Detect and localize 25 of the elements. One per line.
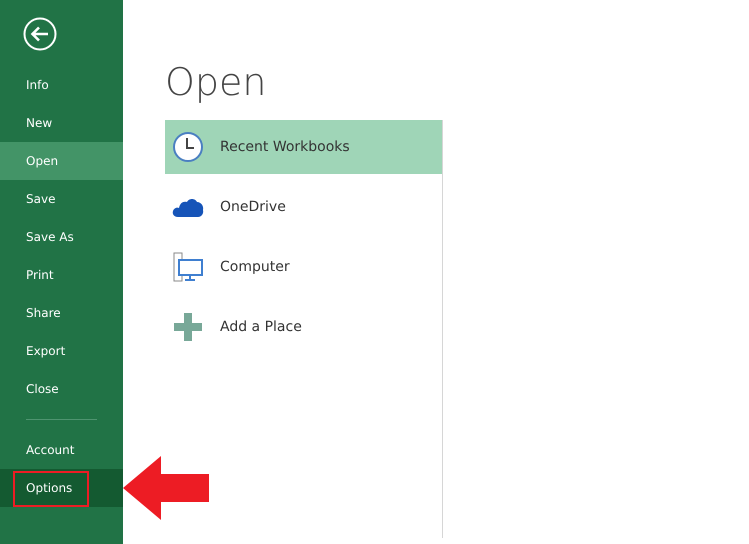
menu-item[interactable]: New: [0, 104, 123, 142]
place-item[interactable]: Computer: [165, 240, 442, 294]
menu-item[interactable]: Open: [0, 142, 123, 180]
menu-item[interactable]: Export: [0, 332, 123, 370]
menu-item[interactable]: Save: [0, 180, 123, 218]
back-icon[interactable]: [22, 16, 58, 52]
page-title: Open: [165, 60, 268, 104]
menu-item[interactable]: Save As: [0, 218, 123, 256]
menu-item[interactable]: Close: [0, 370, 123, 408]
place-label: Recent Workbooks: [220, 139, 350, 155]
place-item[interactable]: Recent Workbooks: [165, 120, 442, 174]
place-item[interactable]: OneDrive: [165, 180, 442, 234]
menu-item[interactable]: Account: [0, 431, 123, 469]
menu-item[interactable]: Share: [0, 294, 123, 332]
cloud-icon: [172, 196, 204, 218]
place-label: Add a Place: [220, 319, 302, 335]
computer-icon: [172, 252, 204, 282]
place-item[interactable]: Add a Place: [165, 300, 442, 354]
clock-icon: [172, 131, 204, 163]
plus-icon: [172, 313, 204, 341]
menu-item[interactable]: Info: [0, 66, 123, 104]
place-label: OneDrive: [220, 199, 286, 215]
menu-item[interactable]: Print: [0, 256, 123, 294]
place-label: Computer: [220, 259, 290, 275]
menu-item[interactable]: Options: [0, 469, 123, 507]
